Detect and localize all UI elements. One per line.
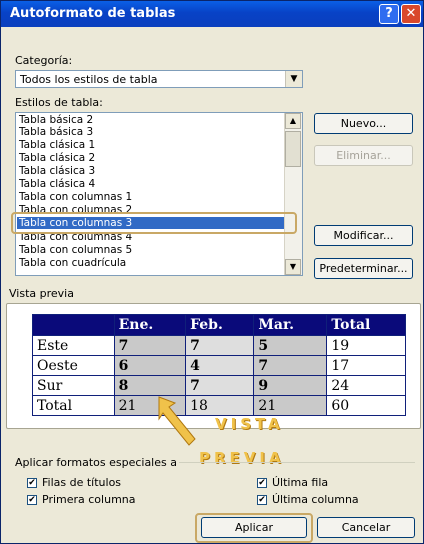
table-row: Total 21 18 21 60 [32,395,406,416]
list-scrollbar[interactable]: ▲ ▼ [284,113,302,275]
table-cell: 17 [326,355,406,376]
formatos-label: Aplicar formatos especiales a [15,456,177,469]
close-button[interactable]: ✕ [401,4,421,24]
categoria-combo[interactable]: Todos los estilos de tabla ▼ [15,70,303,88]
scroll-up-icon[interactable]: ▲ [285,113,301,129]
selection-highlight-frame [11,212,297,234]
aplicar-button[interactable]: Aplicar [201,517,307,538]
table-cell: 21 [253,395,328,416]
previa-annotation: PREVIA [199,449,285,467]
table-header-row: Ene. Feb. Mar. Total [32,314,406,336]
eliminar-button[interactable]: Eliminar... [314,145,413,166]
table-cell: 6 [113,355,187,376]
help-button[interactable]: ? [379,4,399,24]
table-cell: 19 [326,335,406,356]
estilos-listbox[interactable]: Tabla básica 2 Tabla básica 3 Tabla clás… [15,112,303,276]
table-cell: 9 [253,375,328,396]
table-cell: 60 [326,395,406,416]
table-cell: 7 [185,335,255,356]
list-item[interactable]: Tabla con columnas 1 [19,191,287,203]
table-cell: 4 [185,355,255,376]
ultima-columna-checkbox[interactable]: ✔ [257,495,267,505]
scroll-down-icon[interactable]: ▼ [285,259,301,275]
list-item[interactable]: Tabla básica 3 [19,126,287,138]
filas-titulos-label[interactable]: Filas de títulos [42,476,121,489]
filas-titulos-checkbox[interactable]: ✔ [27,478,37,488]
predeterminar-button[interactable]: Predeterminar... [314,258,413,279]
cancelar-button[interactable]: Cancelar [317,517,415,538]
vista-previa-label: Vista previa [9,287,74,300]
nuevo-button[interactable]: Nuevo... [314,113,413,134]
list-item[interactable]: Tabla clásica 1 [19,139,287,151]
header-cell: Feb. [185,314,255,336]
header-cell: Mar. [253,314,328,336]
list-item[interactable]: Tabla clásica 4 [19,178,287,190]
title-bar: Autoformato de tablas ? ✕ [1,1,423,27]
categoria-value: Todos los estilos de tabla [20,73,158,86]
preview-table: Ene. Feb. Mar. Total Este 7 7 5 19 Oeste… [32,314,406,416]
window-title: Autoformato de tablas [10,6,176,21]
list-item[interactable]: Tabla clásica 3 [19,165,287,177]
table-cell: 7 [113,335,187,356]
vista-annotation: VISTA [215,415,284,433]
list-item[interactable]: Tabla con cuadrícula [19,257,287,269]
ultima-fila-checkbox[interactable]: ✔ [257,478,267,488]
categoria-label: Categoría: [15,54,73,67]
ultima-columna-label[interactable]: Última columna [272,493,359,506]
table-cell: 7 [253,355,328,376]
autoformat-dialog: Autoformato de tablas ? ✕ Categoría: Tod… [0,0,424,544]
row-label: Total [32,395,115,416]
chevron-down-icon[interactable]: ▼ [285,71,302,87]
group-divider [179,462,415,463]
primera-columna-checkbox[interactable]: ✔ [27,495,37,505]
ultima-fila-label[interactable]: Última fila [272,476,328,489]
row-label: Sur [32,375,115,396]
table-row: Este 7 7 5 19 [32,335,406,356]
header-cell: Ene. [113,314,187,336]
list-item[interactable]: Tabla con columnas 5 [19,244,287,256]
estilos-label: Estilos de tabla: [15,96,103,109]
modificar-button[interactable]: Modificar... [314,225,413,246]
row-label: Oeste [32,355,115,376]
arrow-icon [158,396,196,446]
table-cell: 5 [253,335,328,356]
list-item[interactable]: Tabla básica 2 [19,114,287,126]
primera-columna-label[interactable]: Primera columna [42,493,136,506]
scroll-thumb[interactable] [285,131,301,167]
table-row: Sur 8 7 9 24 [32,375,406,396]
table-row: Oeste 6 4 7 17 [32,355,406,376]
row-label: Este [32,335,115,356]
table-cell: 24 [326,375,406,396]
header-cell: Total [326,314,406,336]
header-cell [32,314,115,336]
list-item[interactable]: Tabla clásica 2 [19,152,287,164]
